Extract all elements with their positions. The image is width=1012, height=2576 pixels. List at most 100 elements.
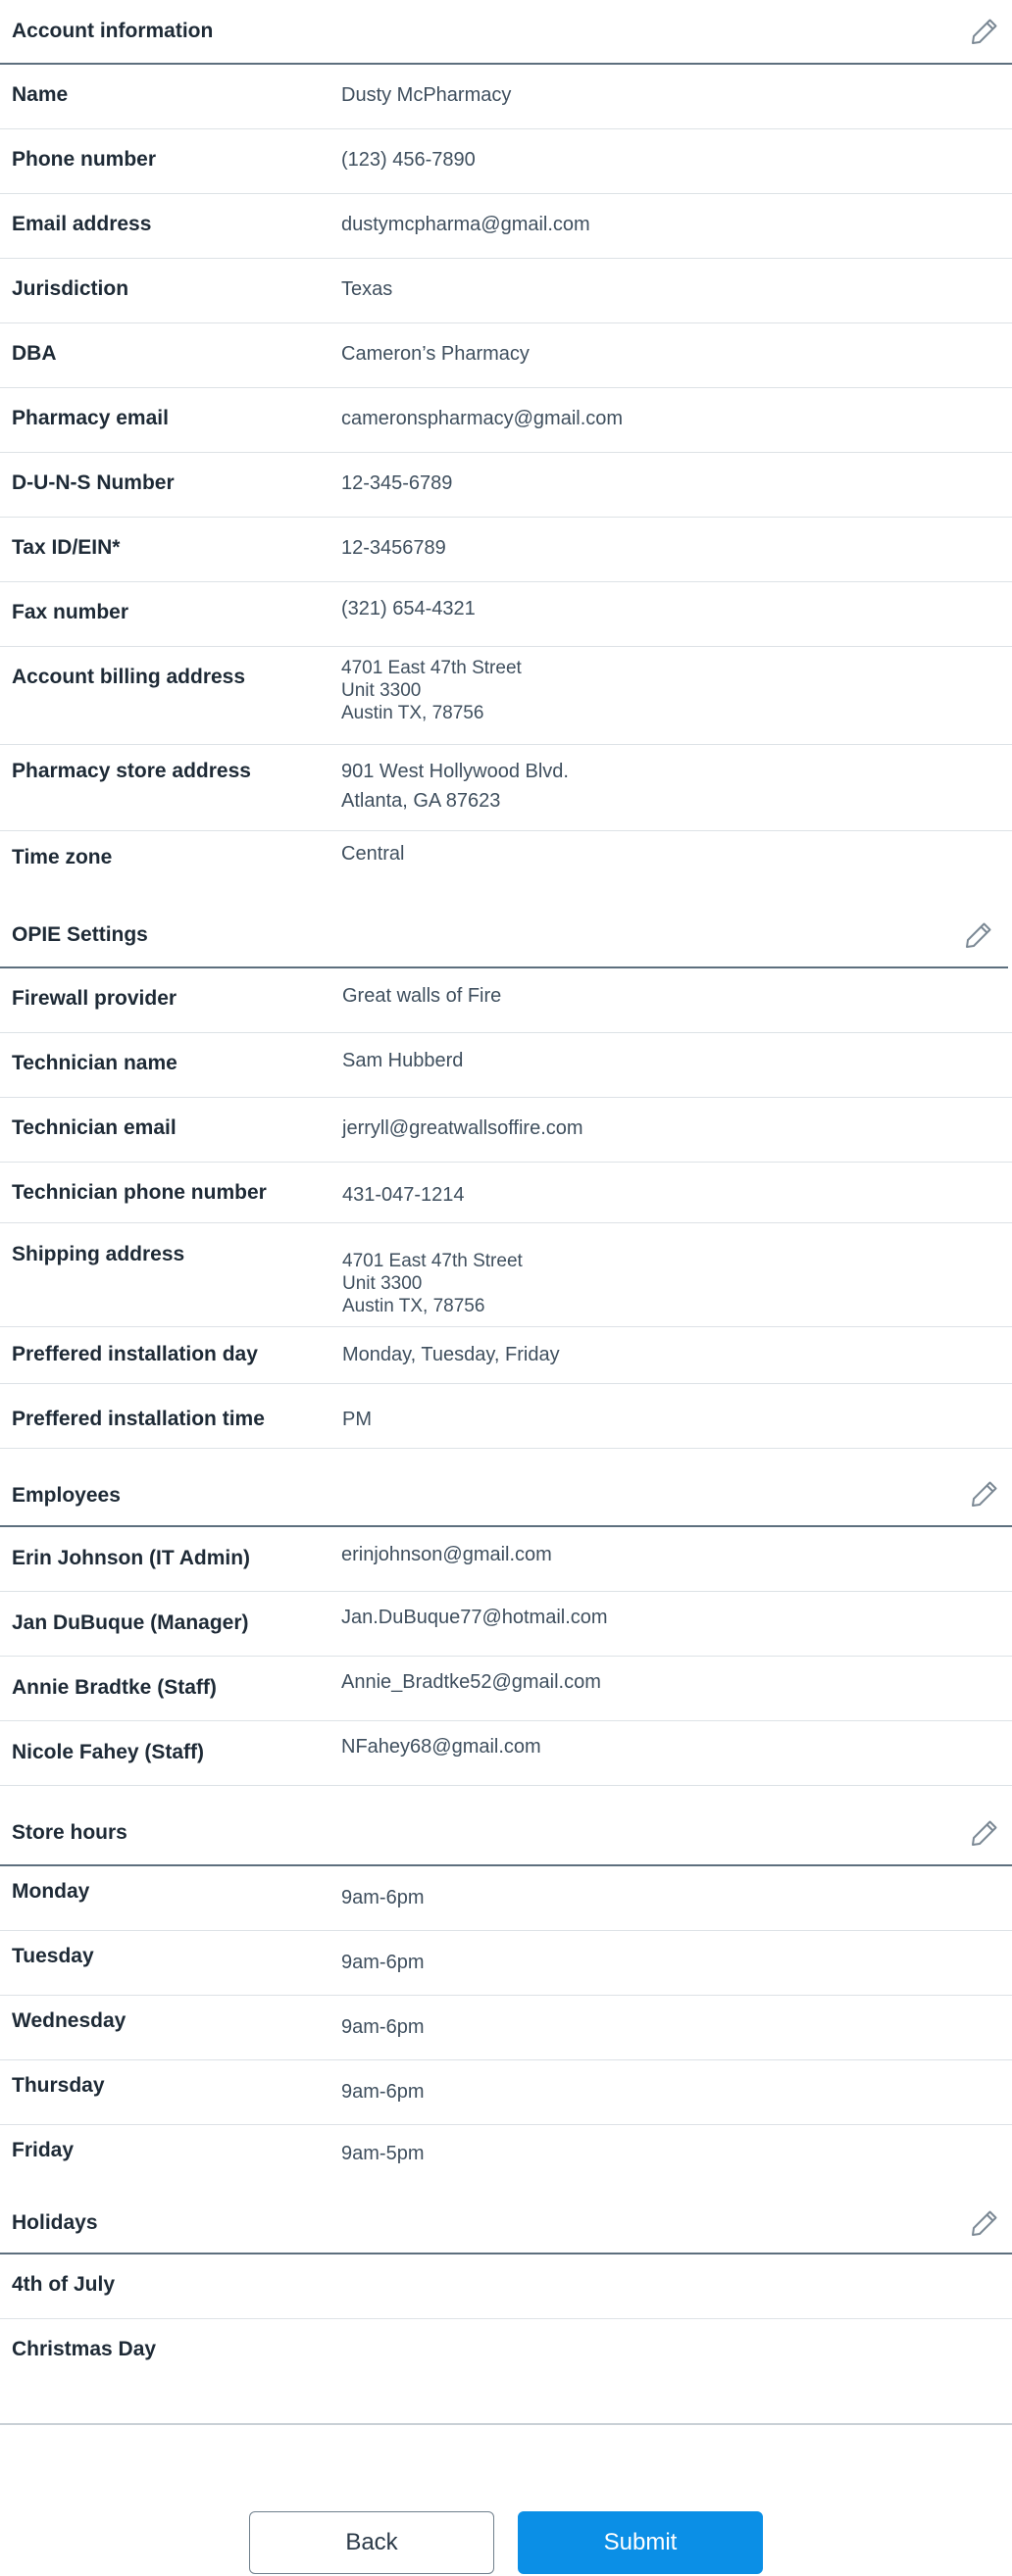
store-hours-row: Tuesday 9am-6pm — [0, 1931, 1012, 1996]
account-row-email: Email address dustymcpharma@gmail.com — [0, 194, 1012, 259]
hours-value: 9am-6pm — [341, 1887, 425, 1908]
pharmacy-review-page: Account information Name Dusty McPharmac… — [0, 0, 1012, 2576]
edit-employees-button[interactable] — [969, 1478, 1000, 1510]
back-button[interactable]: Back — [249, 2511, 494, 2574]
address-line: 901 West Hollywood Blvd. — [341, 761, 569, 782]
address-line: Austin TX, 78756 — [341, 703, 484, 723]
row-label: Technician phone number — [12, 1181, 267, 1204]
row-value: Monday, Tuesday, Friday — [342, 1344, 560, 1365]
row-label: Fax number — [12, 601, 129, 623]
holiday-row: 4th of July — [0, 2254, 1012, 2319]
bottom-divider — [0, 2423, 1012, 2425]
employee-email: Annie_Bradtke52@gmail.com — [341, 1671, 601, 1693]
account-row-phone: Phone number (123) 456-7890 — [0, 129, 1012, 194]
section-title: Employees — [12, 1484, 121, 1507]
opie-row-technician-email: Technician email jerryll@greatwallsoffir… — [0, 1098, 1012, 1163]
account-row-pharmacy-email: Pharmacy email cameronspharmacy@gmail.co… — [0, 388, 1012, 453]
employee-email: Jan.DuBuque77@hotmail.com — [341, 1607, 608, 1628]
edit-opie-button[interactable] — [963, 919, 994, 951]
section-title: Account information — [12, 20, 214, 42]
store-hours-row: Thursday 9am-6pm — [0, 2060, 1012, 2125]
row-label: Time zone — [12, 846, 113, 868]
employee-row: Jan DuBuque (Manager) Jan.DuBuque77@hotm… — [0, 1592, 1012, 1657]
account-row-jurisdiction: Jurisdiction Texas — [0, 259, 1012, 323]
account-row-dba: DBA Cameron’s Pharmacy — [0, 323, 1012, 388]
row-value: Dusty McPharmacy — [341, 84, 512, 106]
row-value: (321) 654-4321 — [341, 598, 476, 619]
store-hours-header: Store hours — [0, 1802, 1012, 1866]
row-value: 901 West Hollywood Blvd. Atlanta, GA 876… — [341, 757, 569, 816]
row-label: Pharmacy email — [12, 407, 169, 429]
opie-row-technician-name: Technician name Sam Hubberd — [0, 1033, 1012, 1098]
address-line: Austin TX, 78756 — [342, 1296, 485, 1316]
edit-store-hours-button[interactable] — [969, 1817, 1000, 1849]
row-label: Tax ID/EIN* — [12, 536, 121, 559]
row-value: jerryll@greatwallsoffire.com — [342, 1117, 583, 1139]
employee-name: Erin Johnson (IT Admin) — [12, 1547, 251, 1569]
store-hours-row: Wednesday 9am-6pm — [0, 1996, 1012, 2060]
row-label: Jurisdiction — [12, 277, 129, 300]
hours-value: 9am-6pm — [341, 1952, 425, 1973]
pencil-icon — [972, 19, 997, 44]
account-row-store-address: Pharmacy store address 901 West Hollywoo… — [0, 745, 1012, 831]
submit-button[interactable]: Submit — [518, 2511, 763, 2574]
edit-account-button[interactable] — [969, 16, 1000, 47]
row-label: Email address — [12, 213, 152, 235]
row-value: 431-047-1214 — [342, 1184, 465, 1206]
employee-email: NFahey68@gmail.com — [341, 1736, 541, 1758]
address-line: Unit 3300 — [341, 680, 422, 701]
row-value: (123) 456-7890 — [341, 149, 476, 171]
employees-header: Employees — [0, 1462, 1012, 1527]
section-title: OPIE Settings — [12, 923, 148, 946]
section-title: Store hours — [12, 1821, 127, 1844]
opie-row-install-day: Preffered installation day Monday, Tuesd… — [0, 1327, 1012, 1384]
row-label: DBA — [12, 342, 57, 365]
hours-value: 9am-5pm — [341, 2143, 425, 2164]
day-label: Thursday — [12, 2074, 105, 2097]
employee-name: Annie Bradtke (Staff) — [12, 1676, 217, 1699]
row-label: Preffered installation day — [12, 1343, 258, 1365]
row-value: Cameron’s Pharmacy — [341, 343, 530, 365]
opie-row-firewall: Firewall provider Great walls of Fire — [0, 968, 1012, 1033]
opie-row-shipping-address: Shipping address 4701 East 47th Street U… — [0, 1223, 1012, 1327]
day-label: Wednesday — [12, 2009, 126, 2032]
account-row-tax-id: Tax ID/EIN* 12-3456789 — [0, 518, 1012, 582]
row-value: Great walls of Fire — [342, 985, 502, 1007]
pencil-icon — [966, 922, 991, 948]
row-label: Technician email — [12, 1116, 177, 1139]
pencil-icon — [972, 2210, 997, 2236]
row-value: 4701 East 47th Street Unit 3300 Austin T… — [342, 1250, 523, 1317]
row-value: Central — [341, 843, 405, 865]
pencil-icon — [972, 1481, 997, 1507]
employee-row: Erin Johnson (IT Admin) erinjohnson@gmai… — [0, 1527, 1012, 1592]
hours-value: 9am-6pm — [341, 2016, 425, 2038]
row-value: 4701 East 47th Street Unit 3300 Austin T… — [341, 657, 522, 724]
edit-holidays-button[interactable] — [969, 2207, 1000, 2239]
account-row-fax: Fax number (321) 654-4321 — [0, 582, 1012, 647]
employee-name: Jan DuBuque (Manager) — [12, 1611, 249, 1634]
employee-row: Nicole Fahey (Staff) NFahey68@gmail.com — [0, 1721, 1012, 1786]
opie-row-technician-phone: Technician phone number 431-047-1214 — [0, 1163, 1012, 1223]
account-information-header: Account information — [0, 0, 1012, 65]
row-label: Preffered installation time — [12, 1408, 265, 1430]
day-label: Monday — [12, 1880, 90, 1903]
row-label: Name — [12, 83, 69, 106]
store-hours-row: Monday 9am-6pm — [0, 1866, 1012, 1931]
holiday-label: 4th of July — [12, 2273, 116, 2296]
row-label: Phone number — [12, 148, 157, 171]
row-value: 12-345-6789 — [341, 472, 453, 494]
address-line: Atlanta, GA 87623 — [341, 790, 501, 812]
row-label: D-U-N-S Number — [12, 471, 175, 494]
employee-email: erinjohnson@gmail.com — [341, 1544, 552, 1565]
holiday-row: Christmas Day — [0, 2319, 1012, 2384]
day-label: Tuesday — [12, 1945, 94, 1967]
pencil-icon — [972, 1820, 997, 1846]
day-label: Friday — [12, 2139, 75, 2161]
account-row-billing-address: Account billing address 4701 East 47th S… — [0, 647, 1012, 745]
account-row-duns: D-U-N-S Number 12-345-6789 — [0, 453, 1012, 518]
row-value: Sam Hubberd — [342, 1050, 464, 1071]
row-label: Firewall provider — [12, 987, 177, 1010]
holiday-label: Christmas Day — [12, 2338, 157, 2360]
address-line: 4701 East 47th Street — [342, 1251, 523, 1271]
hours-value: 9am-6pm — [341, 2081, 425, 2103]
